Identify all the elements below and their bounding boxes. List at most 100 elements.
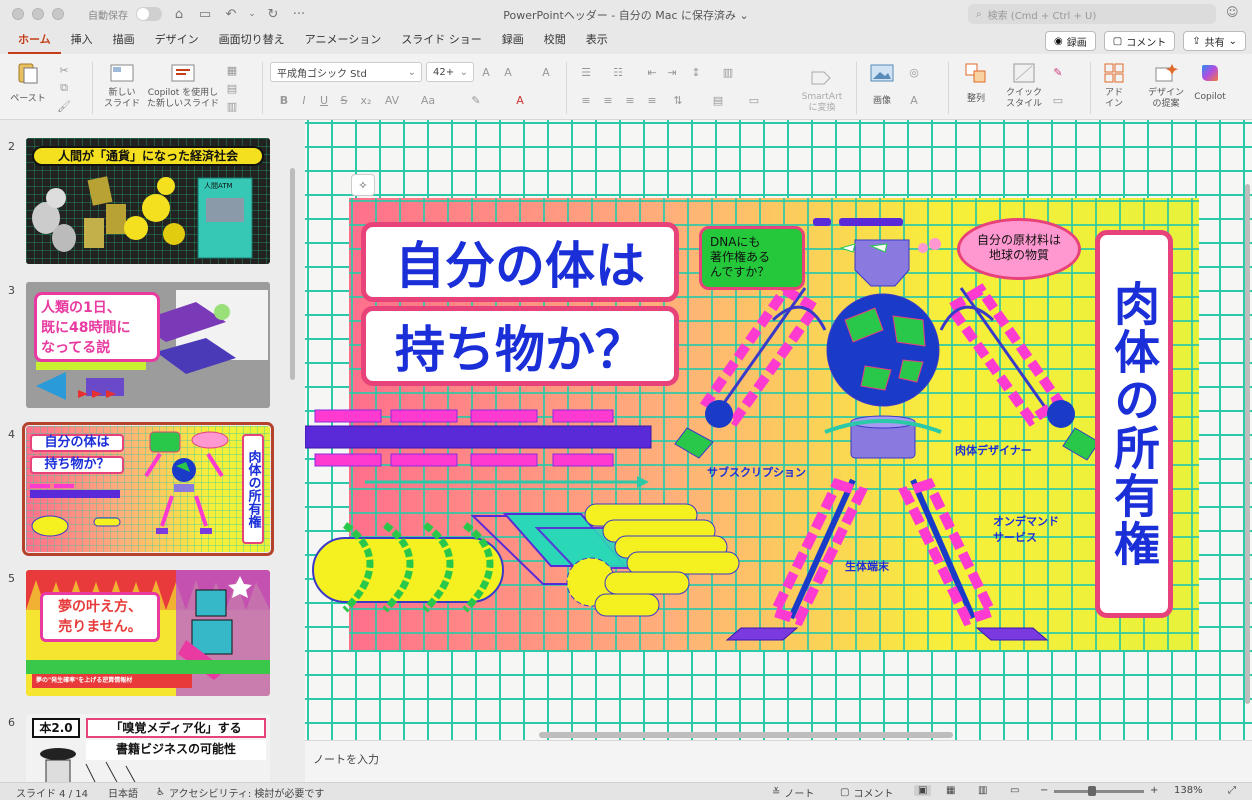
indent-increase-icon[interactable]: ⇥ <box>664 64 680 80</box>
line-spacing-icon[interactable]: ↕ <box>688 64 704 80</box>
textbox-insert-icon[interactable]: A <box>906 92 922 108</box>
design-ideas-button[interactable]: デザイン の提案 <box>1144 60 1188 110</box>
close-window-button[interactable] <box>12 8 24 20</box>
language-indicator[interactable]: 日本語 <box>108 785 138 800</box>
justify-icon[interactable]: ≡ <box>644 92 660 108</box>
indent-decrease-icon[interactable]: ⇤ <box>644 64 660 80</box>
arrange-button[interactable]: 整列 <box>956 60 996 105</box>
align-text-icon[interactable]: ▤ <box>710 92 726 108</box>
font-size-select[interactable]: 42+ ⌄ <box>426 62 474 82</box>
slide-thumbnail-2[interactable]: 人間ATM 人間が「通貨」になった経済社会 <box>26 138 270 264</box>
underline-icon[interactable]: U <box>316 92 332 108</box>
smartart-button[interactable]: SmartArt に変換 <box>796 64 848 114</box>
label-ondemand[interactable]: オンデマンド サービス <box>993 514 1059 546</box>
strikethrough-icon[interactable]: S <box>336 92 352 108</box>
slide-thumbnail-4[interactable]: 自分の体は 持ち物か？ 肉体の所有権 <box>22 422 274 556</box>
tab-slideshow[interactable]: スライド ショー <box>391 28 492 54</box>
align-left-icon[interactable]: ≡ <box>578 92 594 108</box>
decrease-font-icon[interactable]: A <box>500 64 516 80</box>
quick-style-button[interactable]: クイック スタイル <box>1002 60 1046 110</box>
comments-toggle-button[interactable]: ▢ コメント <box>840 785 893 800</box>
section-icon[interactable]: ▥ <box>224 98 240 114</box>
zoom-slider-handle[interactable] <box>1088 786 1096 796</box>
speech-bubble-dna[interactable]: DNAにも 著作権ある んですか？ <box>699 226 805 290</box>
tab-draw[interactable]: 描画 <box>103 28 145 54</box>
italic-icon[interactable]: I <box>296 92 312 108</box>
copilot-button[interactable]: Copilot <box>1190 60 1230 103</box>
minimize-window-button[interactable] <box>32 8 44 20</box>
reading-view-button[interactable]: ▥ <box>978 785 987 796</box>
label-terminal[interactable]: 生体端末 <box>845 558 889 574</box>
tab-animations[interactable]: アニメーション <box>295 28 392 54</box>
slide-thumbnail-5[interactable]: 夢の叶え方、 売りません。 夢の"発生確率"を上げる逆算情報材 <box>26 570 270 696</box>
clear-format-icon[interactable]: A <box>538 64 554 80</box>
new-slide-button[interactable]: 新しい スライド <box>102 60 142 110</box>
slide-thumbnail-6[interactable]: 本2.0 「嗅覚メディア化」する 書籍ビジネスの可能性 <box>26 714 270 782</box>
notes-pane[interactable]: ノートを入力 <box>305 740 1252 782</box>
change-case-icon[interactable]: Aa <box>420 92 436 108</box>
tab-insert[interactable]: 挿入 <box>61 28 103 54</box>
label-designer[interactable]: 肉体デザイナー <box>955 442 1032 458</box>
redo-icon[interactable]: ↻ <box>264 5 282 23</box>
picture-button[interactable]: 画像 <box>862 60 902 107</box>
panel-scrollbar[interactable] <box>290 168 295 380</box>
copy-icon[interactable]: ⧉ <box>56 80 72 96</box>
highlighter-icon[interactable]: ✎ <box>468 92 484 108</box>
normal-view-button[interactable]: ▣ <box>914 785 932 796</box>
record-button[interactable]: ◉ 録画 <box>1045 31 1096 51</box>
zoom-out-button[interactable]: − <box>1040 785 1048 796</box>
tab-design[interactable]: デザイン <box>145 28 209 54</box>
reset-icon[interactable]: ▤ <box>224 80 240 96</box>
tab-view[interactable]: 表示 <box>576 28 618 54</box>
cut-icon[interactable]: ✂ <box>56 62 72 78</box>
home-icon[interactable]: ⌂ <box>170 5 188 23</box>
zoom-level[interactable]: 138% <box>1174 785 1203 796</box>
autosave-toggle[interactable] <box>136 7 162 21</box>
increase-font-icon[interactable]: A <box>478 64 494 80</box>
comment-button[interactable]: ▢ コメント <box>1103 31 1176 51</box>
slide-title-line1[interactable]: 自分の体は <box>361 222 679 302</box>
canvas-horizontal-scrollbar[interactable] <box>539 732 953 738</box>
undo-dropdown-chevron-icon[interactable]: ⌄ <box>248 5 256 23</box>
shapes-icon[interactable]: ◎ <box>906 64 922 80</box>
fit-slide-button[interactable]: ⤢ <box>1228 785 1236 796</box>
tab-home[interactable]: ホーム <box>8 28 61 54</box>
spacing-icon[interactable]: AV <box>384 92 400 108</box>
save-icon[interactable]: ▭ <box>196 5 214 23</box>
bullets-icon[interactable]: ☰ <box>578 64 594 80</box>
thought-bubble-earth[interactable]: 自分の原材料は 地球の物質 <box>957 218 1081 280</box>
zoom-in-button[interactable]: + <box>1150 785 1158 796</box>
undo-icon[interactable]: ↶ <box>222 5 240 23</box>
tab-review[interactable]: 校閲 <box>534 28 576 54</box>
slideshow-button[interactable]: ▭ <box>1010 785 1019 796</box>
addin-button[interactable]: アド イン <box>1096 60 1132 110</box>
bold-icon[interactable]: B <box>276 92 292 108</box>
numbering-icon[interactable]: ☷ <box>610 64 626 80</box>
format-painter-icon[interactable]: 🖌 <box>56 98 72 114</box>
share-button[interactable]: ⇪ 共有 ⌄ <box>1183 31 1246 51</box>
slide-sorter-button[interactable]: ▦ <box>946 785 955 796</box>
slide-title-line2[interactable]: 持ち物か？ <box>361 306 679 386</box>
text-direction-icon[interactable]: ⇅ <box>670 92 686 108</box>
account-icon[interactable]: ☺ <box>1226 5 1244 23</box>
shape-fill-icon[interactable]: ✎ <box>1050 64 1066 80</box>
zoom-window-button[interactable] <box>52 8 64 20</box>
slide-thumbnail-3[interactable]: 人類の1日、 既に48時間に なってる説 <box>26 282 270 408</box>
slide-vertical-title[interactable]: 肉体の所有権 <box>1095 230 1173 618</box>
text-box-icon[interactable]: ▭ <box>746 92 762 108</box>
more-icon[interactable]: ··· <box>290 5 308 23</box>
shape-outline-icon[interactable]: ▭ <box>1050 92 1066 108</box>
font-name-select[interactable]: 平成角ゴシック Std ⌄ <box>270 62 422 82</box>
paste-button[interactable]: ペースト <box>8 60 48 105</box>
columns-icon[interactable]: ▥ <box>720 64 736 80</box>
search-input[interactable]: ⌕ 検索 (Cmd + Ctrl + U) <box>968 4 1216 24</box>
layout-icon[interactable]: ▦ <box>224 62 240 78</box>
subscript-icon[interactable]: x₂ <box>358 92 374 108</box>
align-right-icon[interactable]: ≡ <box>622 92 638 108</box>
copilot-new-slide-button[interactable]: Copilot を使用し た新しいスライド <box>146 60 220 110</box>
align-center-icon[interactable]: ≡ <box>600 92 616 108</box>
tab-record[interactable]: 録画 <box>492 28 534 54</box>
slide-editor-canvas[interactable]: ✧ 自分の体は 持ち物か？ 肉体の所有権 DNAにも 著作権ある んですか？ 自… <box>305 120 1252 740</box>
notes-toggle-button[interactable]: ≚ ノート <box>772 785 814 800</box>
canvas-vertical-scrollbar[interactable] <box>1245 184 1250 704</box>
